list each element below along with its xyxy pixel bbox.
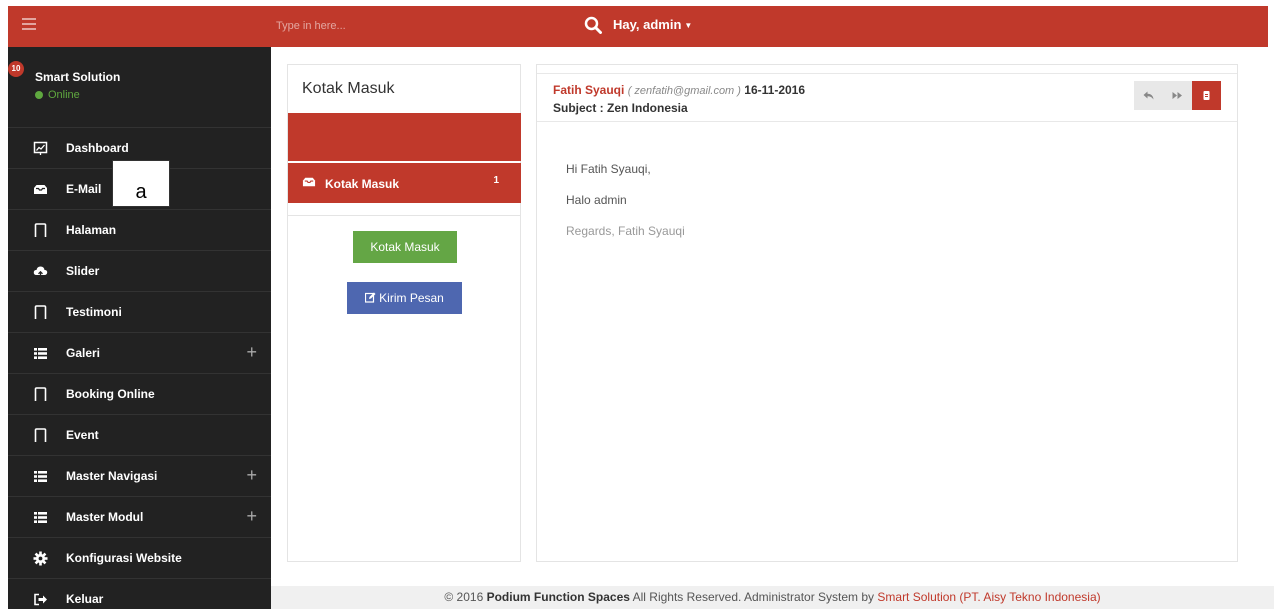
sidebar-item-label: E-Mail [66, 182, 102, 196]
sidebar-item-event[interactable]: Event [8, 415, 271, 456]
search-icon[interactable] [584, 16, 602, 34]
message-panel: Fatih Syauqi ( zenfatih@gmail.com ) 16-1… [536, 64, 1238, 562]
online-dot-icon [35, 91, 43, 100]
sidebar: 10 Smart Solution Online Dashboard E-Mai… [8, 47, 271, 609]
profile-name: Smart Solution [35, 70, 121, 84]
inbox-button[interactable]: Kotak Masuk [353, 231, 457, 263]
page-icon [34, 387, 47, 401]
reply-icon [1143, 91, 1154, 100]
sidebar-item-label: Testimoni [66, 305, 122, 319]
page-icon [34, 305, 47, 319]
message-subject: Subject : Zen Indonesia [553, 101, 688, 115]
compose-button[interactable]: Kirim Pesan [347, 282, 462, 314]
sidebar-item-label: Halaman [66, 223, 117, 237]
sidebar-item-booking-online[interactable]: Booking Online [8, 374, 271, 415]
expand-plus-icon[interactable]: + [246, 465, 257, 486]
message-header: Fatih Syauqi ( zenfatih@gmail.com ) 16-1… [537, 73, 1237, 122]
sidebar-item-label: Dashboard [66, 141, 129, 155]
delete-button[interactable] [1192, 81, 1221, 110]
compose-button-label: Kirim Pesan [379, 291, 444, 305]
footer-link[interactable]: Smart Solution (PT. Aisy Tekno Indonesia… [877, 590, 1100, 604]
list-icon [34, 348, 47, 359]
trash-icon [1203, 91, 1210, 100]
hamburger-menu-icon[interactable] [22, 18, 36, 30]
page-icon [34, 428, 47, 442]
edit-icon [365, 292, 376, 303]
sidebar-item-label: Master Modul [66, 510, 144, 524]
sidebar-item-label: Booking Online [66, 387, 155, 401]
folder-panel: Kotak Masuk Kotak Masuk 1 Kotak Masuk Ki… [287, 64, 521, 562]
annotation-a: a [112, 160, 170, 207]
sidebar-item-label: Slider [66, 264, 100, 278]
message-date: 16-11-2016 [744, 83, 806, 97]
sidebar-item-master-modul[interactable]: Master Modul + [8, 497, 271, 538]
message-from: Fatih Syauqi ( zenfatih@gmail.com ) 16-1… [553, 83, 805, 97]
expand-plus-icon[interactable]: + [246, 506, 257, 527]
sign-out-icon [34, 593, 47, 606]
message-body: Hi Fatih Syauqi, Halo admin Regards, Fat… [566, 162, 685, 255]
list-icon [34, 512, 47, 523]
chart-icon [33, 141, 48, 155]
gear-icon [33, 551, 48, 566]
user-menu[interactable]: Hay, admin ▼ [613, 17, 692, 32]
sidebar-item-galeri[interactable]: Galeri + [8, 333, 271, 374]
sidebar-item-label: Master Navigasi [66, 469, 158, 483]
fast-forward-icon [1172, 92, 1182, 99]
search-input[interactable] [276, 15, 576, 37]
message-greeting: Hi Fatih Syauqi, [566, 162, 651, 176]
profile-panel: 10 Smart Solution Online [8, 47, 271, 128]
sidebar-item-halaman[interactable]: Halaman [8, 210, 271, 251]
footer: © 2016 Podium Function Spaces All Rights… [271, 586, 1274, 609]
footer-text: All Rights Reserved. Administrator Syste… [632, 590, 875, 604]
message-regards: Regards, Fatih Syauqi [566, 224, 685, 238]
divider [288, 215, 521, 216]
top-bar: Hay, admin▼ [8, 6, 1268, 47]
message-text: Halo admin [566, 193, 627, 207]
sidebar-item-testimoni[interactable]: Testimoni [8, 292, 271, 333]
sidebar-item-label: Konfigurasi Website [66, 551, 182, 565]
sidebar-item-keluar[interactable]: Keluar [8, 579, 271, 609]
user-greeting: Hay, admin [613, 17, 682, 32]
folder-item-kotak-masuk[interactable]: Kotak Masuk 1 [288, 163, 521, 203]
admin-page: Hay, admin▼ 10 Smart Solution Online Das… [0, 0, 1274, 609]
inbox-icon [34, 185, 47, 194]
sidebar-item-label: Galeri [66, 346, 101, 360]
footer-copyright: © 2016 [444, 590, 484, 604]
notification-badge[interactable]: 10 [8, 61, 24, 77]
expand-plus-icon[interactable]: + [246, 342, 257, 363]
sender-name[interactable]: Fatih Syauqi [553, 83, 624, 97]
inbox-icon [302, 177, 316, 187]
folder-panel-title: Kotak Masuk [302, 80, 395, 97]
brand-area [8, 6, 271, 47]
unread-count-badge: 1 [493, 175, 499, 186]
sidebar-item-label: Keluar [66, 592, 104, 606]
status-text: Online [48, 89, 80, 101]
footer-company: Podium Function Spaces [486, 590, 630, 604]
sidebar-item-master-navigasi[interactable]: Master Navigasi + [8, 456, 271, 497]
cloud-upload-icon [33, 266, 48, 278]
page-icon [34, 223, 47, 237]
folder-item-label: Kotak Masuk [325, 177, 400, 191]
reply-button[interactable] [1134, 81, 1163, 110]
sidebar-item-label: Event [66, 428, 99, 442]
sender-email: ( zenfatih@gmail.com ) [627, 85, 741, 97]
sidebar-item-slider[interactable]: Slider [8, 251, 271, 292]
message-actions [1134, 81, 1221, 110]
sidebar-item-konfigurasi-website[interactable]: Konfigurasi Website [8, 538, 271, 579]
forward-button[interactable] [1163, 81, 1192, 110]
profile-status: Online [35, 89, 80, 101]
list-icon [34, 471, 47, 482]
caret-down-icon: ▼ [684, 21, 693, 31]
folder-header-block [288, 113, 521, 161]
